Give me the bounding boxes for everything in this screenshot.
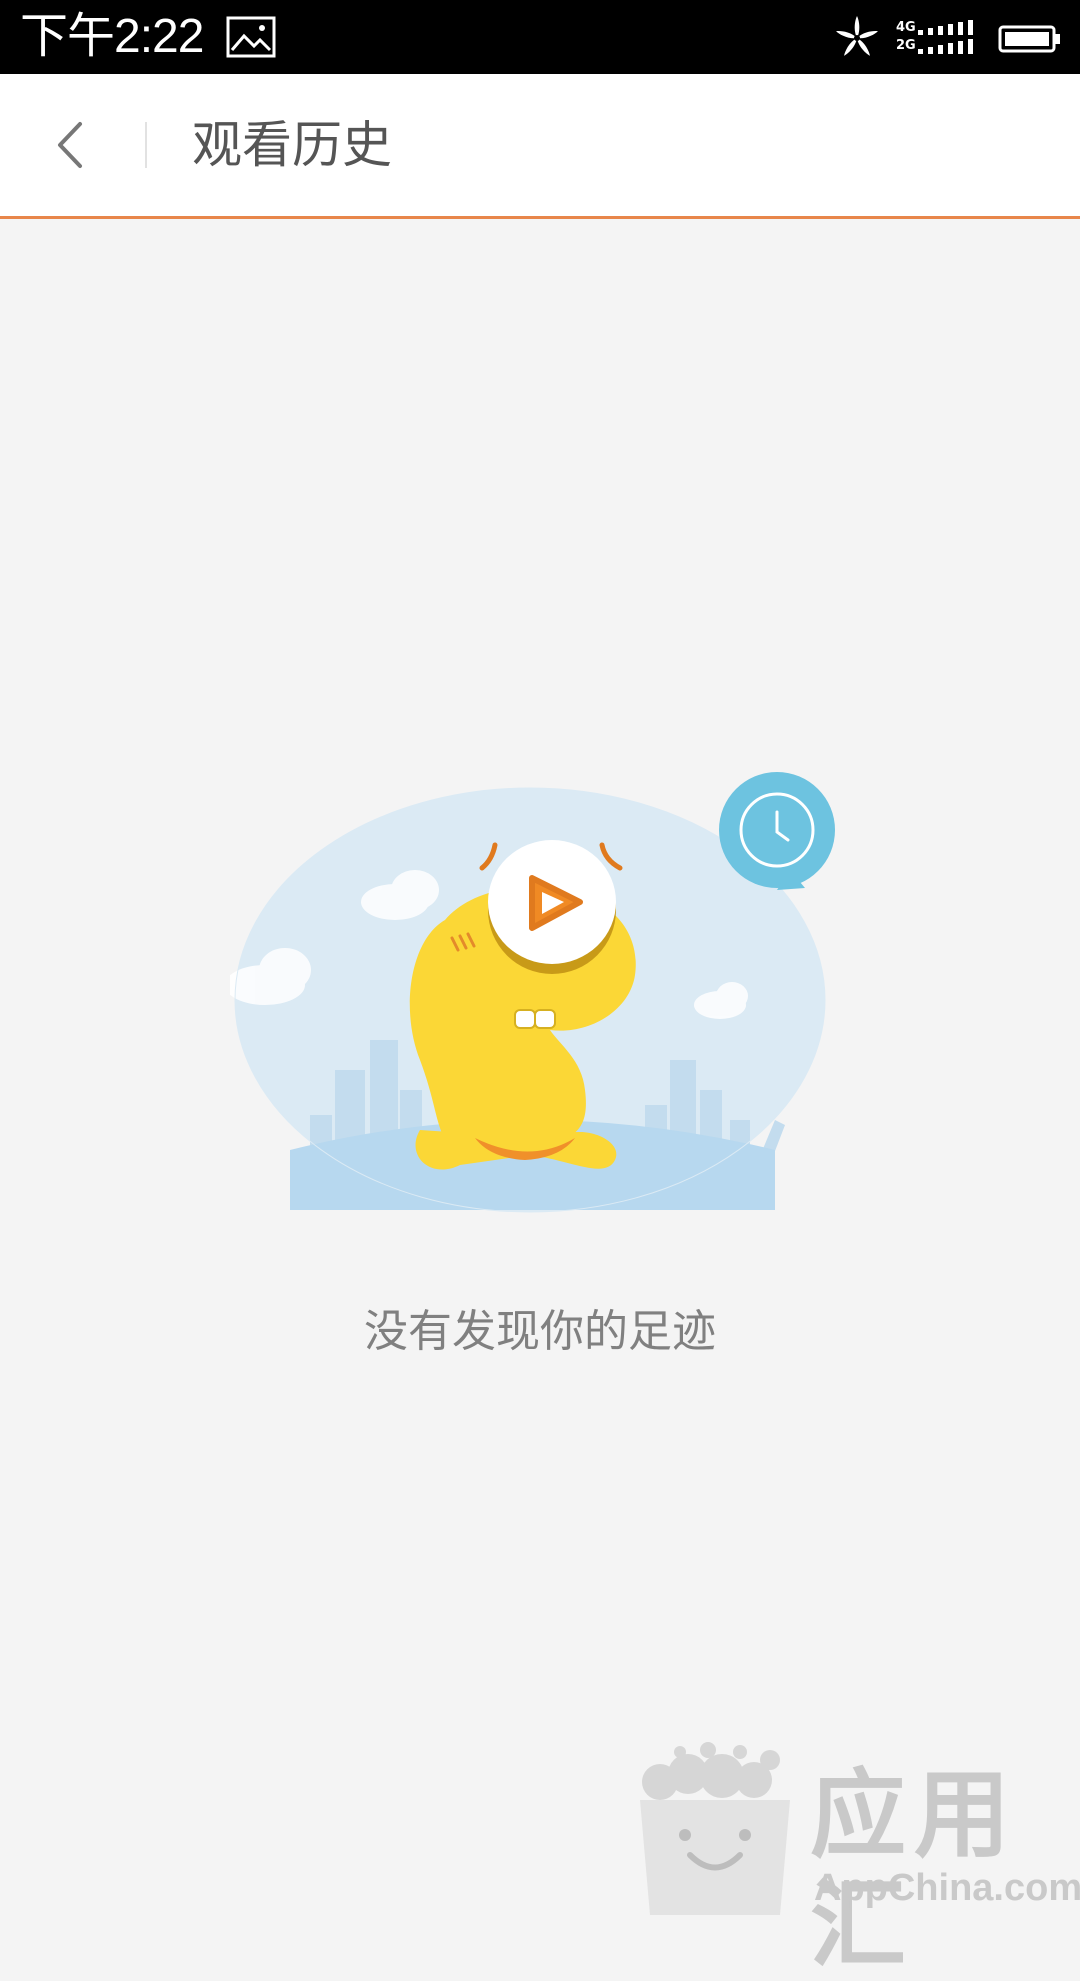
page-title: 观看历史 [192, 116, 392, 174]
signal-icon [918, 20, 973, 54]
empty-history-illustration [230, 772, 835, 1213]
back-button[interactable] [40, 110, 110, 180]
battery-icon [998, 25, 1060, 53]
pinwheel-icon [836, 16, 878, 56]
status-time: 下午2:22 [20, 10, 204, 63]
gallery-icon [226, 16, 276, 58]
shopping-bag-icon [640, 1742, 790, 1915]
appbar-divider [145, 122, 147, 168]
network-type-top: 4G [896, 20, 916, 35]
network-type-bottom: 2G [896, 38, 916, 53]
empty-state-message: 没有发现你的足迹 [364, 1306, 716, 1357]
appchina-watermark: 应用汇 AppChina.com [630, 1740, 1080, 1980]
chevron-left-icon [58, 122, 82, 168]
watermark-subtitle: AppChina.com [814, 1867, 1080, 1909]
app-bar: 观看历史 [0, 74, 1080, 219]
status-icons: 4G 2G [832, 12, 1062, 62]
status-bar: 下午2:22 4G 2G [0, 0, 1080, 74]
